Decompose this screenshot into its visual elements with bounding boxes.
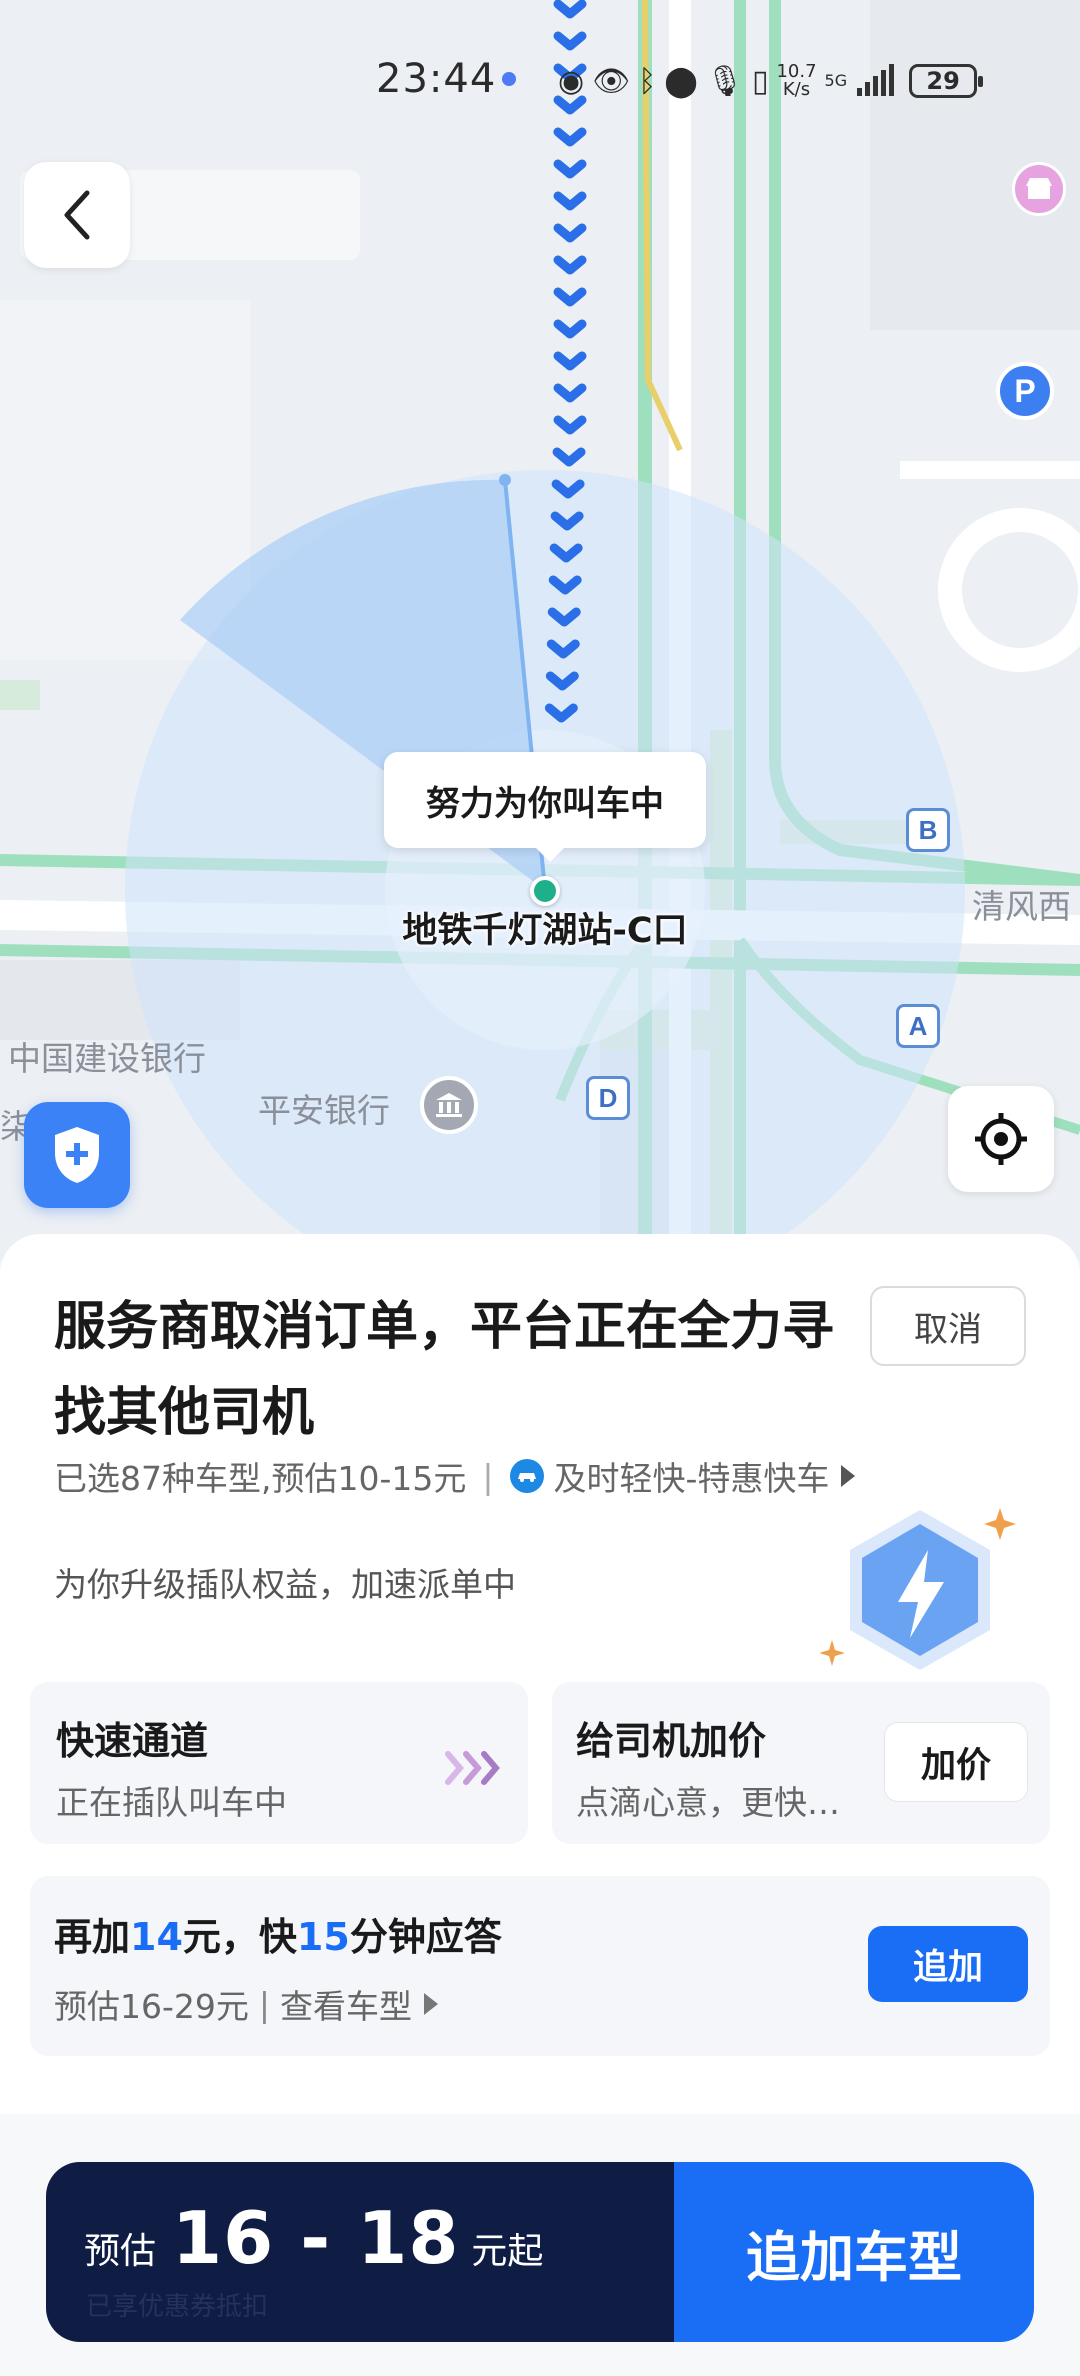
car-service-icon — [509, 1459, 544, 1493]
network-speed: 10.7 K/s — [776, 61, 817, 100]
crosshair-icon — [975, 1113, 1027, 1165]
chevron-left-icon — [64, 190, 90, 240]
play-arrow-icon — [424, 1993, 439, 2015]
shop-marker-icon[interactable] — [1012, 162, 1066, 216]
battery-icon: 29 — [909, 64, 984, 98]
status-time: 23:44 — [376, 56, 497, 102]
map-view[interactable]: 23:44 ◉ 👁 ᛒ ⬤ 🎙 ▯ 10.7 K/s 5G 29 P B A D… — [0, 0, 1080, 1260]
bank-icon[interactable] — [420, 1076, 478, 1134]
boost-offer-card: 再加14元，快15分钟应答 预估16-29元 | 查看车型 追加 — [30, 1876, 1050, 2056]
play-arrow-icon — [841, 1465, 856, 1487]
boost-amount: 14 — [130, 1915, 183, 1959]
fast-lane-card[interactable]: 快速通道 正在插队叫车中 — [30, 1682, 528, 1844]
upgrade-notice: 为你升级插队权益，加速派单中 — [54, 1565, 516, 1604]
raise-price-button[interactable]: 加价 — [884, 1722, 1028, 1802]
view-vehicle-types-link[interactable]: 查看车型 — [280, 1980, 412, 2028]
add-boost-button[interactable]: 追加 — [868, 1926, 1028, 2002]
tip-driver-card: 给司机加价 点滴心意，更快… 加价 — [552, 1682, 1050, 1844]
triple-chevron-icon — [445, 1751, 500, 1785]
bank-pingan-label[interactable]: 平安银行 — [258, 1084, 390, 1132]
status-icons: ◉ 👁 ᛒ ⬤ 🎙 ▯ 10.7 K/s 5G 29 — [558, 56, 984, 106]
network-type: 5G — [824, 71, 848, 90]
eye-comfort-icon: ◉ — [558, 63, 585, 99]
safety-shield-button[interactable] — [24, 1102, 130, 1208]
add-vehicle-type-button[interactable]: 追加车型 — [674, 2162, 1034, 2342]
exit-marker-d[interactable]: D — [586, 1076, 630, 1120]
eye-icon: 👁 — [592, 63, 631, 99]
divider: | — [482, 1456, 494, 1496]
back-button[interactable] — [24, 162, 130, 268]
lightning-badge-icon — [820, 1508, 1016, 1670]
service-name: 及时轻快-特惠快车 — [553, 1459, 830, 1498]
exit-marker-a[interactable]: A — [896, 1004, 940, 1048]
price-suffix: 元起 — [471, 2231, 544, 2272]
vibrate-icon: ▯ — [751, 63, 769, 99]
price-range: 16 - 18 — [172, 2196, 460, 2280]
exit-marker-b[interactable]: B — [906, 808, 950, 852]
bank-ccb-label[interactable]: 中国建设银行 — [8, 1032, 206, 1080]
price-estimate-panel: 预估 16 - 18 元起 已享优惠券抵扣 — [46, 2162, 674, 2342]
cancel-button[interactable]: 取消 — [870, 1286, 1026, 1366]
order-status-sheet: 服务商取消订单，平台正在全力寻找其他司机 取消 已选87种车型,预估10-15元… — [0, 1234, 1080, 2114]
pickup-point-label[interactable]: 地铁千灯湖站-C口 — [330, 902, 760, 953]
price-estimate: 预估 16 - 18 元起 — [84, 2196, 543, 2280]
boost-minutes: 15 — [296, 1915, 350, 1959]
status-bar: 23:44 ◉ 👁 ᛒ ⬤ 🎙 ▯ 10.7 K/s 5G 29 — [0, 50, 1080, 110]
tip-driver-subtitle: 点滴心意，更快… — [576, 1783, 840, 1822]
fast-lane-subtitle: 正在插队叫车中 — [56, 1783, 287, 1822]
boost-estimate: 预估16-29元 — [54, 1987, 249, 2026]
road-label: 清风西 — [972, 887, 1071, 926]
microphone-icon: 🎙 — [705, 63, 744, 99]
divider: | — [258, 1984, 271, 2024]
locate-me-button[interactable] — [948, 1086, 1054, 1192]
signal-icon — [857, 64, 895, 96]
bluetooth-icon: ᛒ — [638, 63, 657, 99]
tip-driver-title: 给司机加价 — [576, 1719, 767, 1763]
boost-estimate-row: 预估16-29元 | 查看车型 — [54, 1980, 439, 2028]
calling-status-bubble: 努力为你叫车中 — [384, 752, 706, 862]
fast-lane-title: 快速通道 — [56, 1719, 209, 1763]
location-icon: ⬤ — [664, 63, 698, 99]
order-status-title: 服务商取消订单，平台正在全力寻找其他司机 — [54, 1297, 835, 1443]
footer-action-bar: 预估 16 - 18 元起 已享优惠券抵扣 追加车型 — [46, 2162, 1034, 2342]
parking-marker[interactable]: P — [996, 362, 1054, 420]
price-prefix: 预估 — [84, 2231, 157, 2272]
selected-vehicle-info: 已选87种车型,预估10-15元 — [54, 1459, 467, 1498]
boost-offer-title: 再加14元，快15分钟应答 — [54, 1915, 502, 1959]
shield-icon — [55, 1127, 99, 1183]
price-note: 已享优惠券抵扣 — [86, 2292, 269, 2322]
notification-dot-icon — [502, 72, 516, 86]
order-summary[interactable]: 已选87种车型,预估10-15元 | 及时轻快-特惠快车 — [54, 1452, 856, 1500]
